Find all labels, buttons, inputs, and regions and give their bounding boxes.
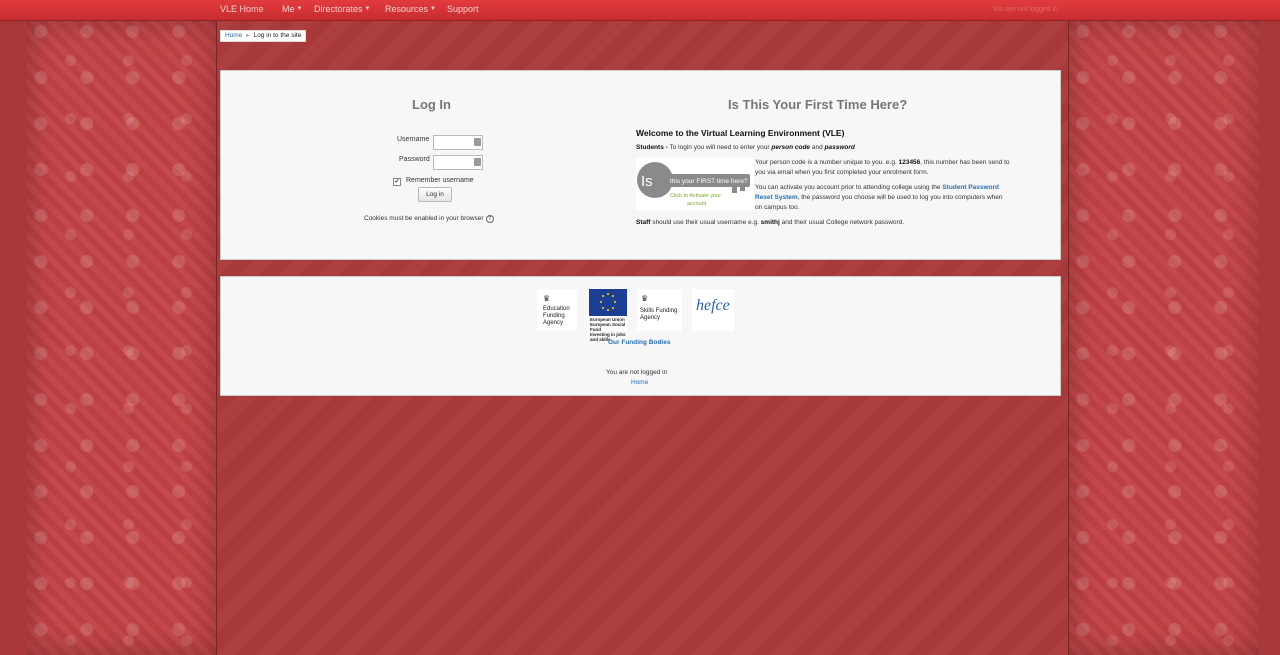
- european-union-logo: European Union European Social Fund Invest…: [589, 289, 627, 342]
- login-heading: Log In: [412, 97, 451, 112]
- welcome-title: Welcome to the Virtual Learning Environm…: [636, 128, 845, 138]
- right-pattern-column: [1069, 20, 1259, 655]
- caret-down-icon: ▼: [296, 6, 303, 12]
- eu-flag-icon: [589, 289, 627, 316]
- breadcrumb-home[interactable]: Home: [225, 32, 242, 39]
- nav-vle-home[interactable]: VLE Home: [220, 4, 264, 14]
- crest-icon: ♛: [641, 294, 649, 303]
- remember-label: Remember username: [406, 177, 474, 184]
- footer-home-link[interactable]: Home: [631, 379, 648, 386]
- cookies-note: Cookies must be enabled in your browser?: [364, 215, 494, 223]
- nav-resources[interactable]: Resources ▼: [385, 4, 436, 14]
- password-input[interactable]: [433, 155, 483, 170]
- left-pattern-column: [27, 20, 217, 655]
- login-status: You are not logged in.: [992, 6, 1060, 13]
- caret-down-icon: ▼: [430, 6, 436, 12]
- login-button[interactable]: Log in: [418, 187, 452, 202]
- crest-icon: ♛: [543, 294, 551, 303]
- skills-funding-agency-logo: ♛ Skills Funding Agency: [637, 289, 682, 331]
- hefce-logo: hefce: [692, 289, 734, 331]
- breadcrumb: Home ▸ Log in to the site: [220, 30, 307, 42]
- svg-text:this your FIRST time here?: this your FIRST time here?: [670, 178, 748, 185]
- top-navbar: VLE Home Me ▼ Directorates ▼ Resources ▼ Su…: [0, 0, 1280, 21]
- nav-support[interactable]: Support: [447, 4, 479, 14]
- key-icon: [474, 138, 481, 146]
- breadcrumb-separator-icon: ▸: [246, 32, 250, 39]
- students-info: Students - To login you will need to ent…: [636, 144, 855, 151]
- password-label: Password: [399, 156, 430, 163]
- svg-text:account: account: [687, 201, 707, 207]
- education-funding-agency-logo: ♛ Education Funding Agency: [537, 289, 577, 331]
- help-icon[interactable]: ?: [485, 215, 494, 223]
- activate-account-key-image[interactable]: Is this your FIRST time here? Click to A…: [636, 158, 754, 210]
- remember-checkbox[interactable]: ✔: [393, 178, 401, 186]
- footer-login-status: You are not logged in: [606, 369, 668, 376]
- nav-me[interactable]: Me ▼: [282, 4, 302, 14]
- person-code-info: Your person code is a number unique to y…: [755, 159, 1010, 176]
- svg-text:Is: Is: [641, 173, 653, 190]
- funding-bodies-link[interactable]: Our Funding Bodies: [608, 339, 670, 346]
- staff-info: Staff should use their usual username e.…: [636, 219, 905, 226]
- nav-directorates[interactable]: Directorates ▼: [314, 4, 370, 14]
- caret-down-icon: ▼: [364, 6, 371, 12]
- breadcrumb-current: Log in to the site: [253, 32, 302, 39]
- first-time-heading: Is This Your First Time Here?: [728, 97, 908, 112]
- username-input[interactable]: [433, 135, 483, 150]
- activation-info: You can activate you account prior to at…: [755, 184, 1003, 211]
- svg-text:Click to Activate your: Click to Activate your: [670, 193, 721, 199]
- key-icon: [474, 158, 481, 166]
- username-label: Username: [397, 136, 430, 143]
